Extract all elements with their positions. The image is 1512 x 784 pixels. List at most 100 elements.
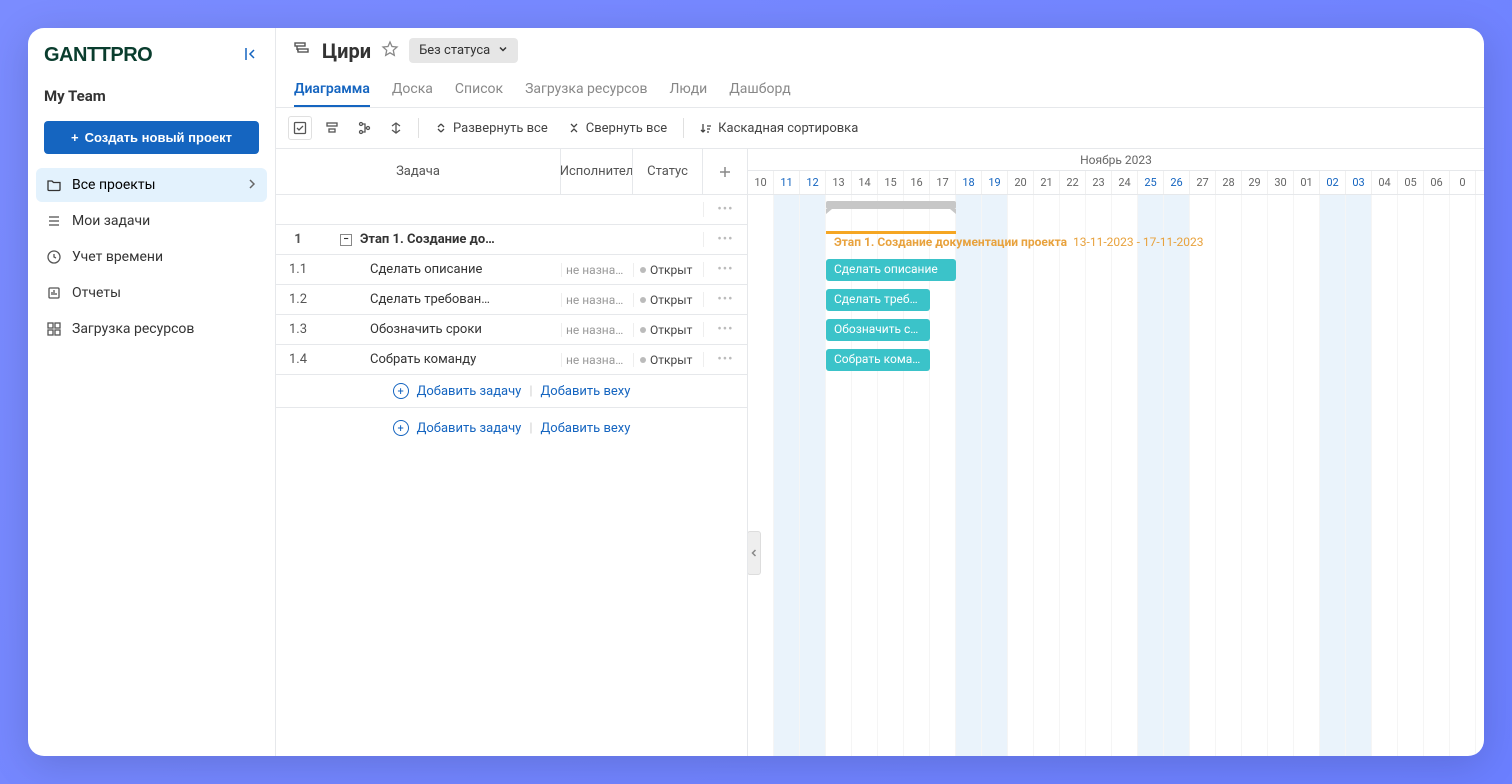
grid-header: Задача Исполнител Статус xyxy=(276,149,747,195)
task-row[interactable]: 1.3 Обозначить сроки не назнач... Открыт… xyxy=(276,315,747,345)
nav-reports[interactable]: Отчеты xyxy=(36,276,267,310)
task-bar[interactable]: Сделать требов… xyxy=(826,289,930,311)
select-all-button[interactable] xyxy=(288,116,312,140)
task-row[interactable]: 1.4 Собрать команду не назнач... Открыт … xyxy=(276,345,747,375)
status-text: Открыт xyxy=(650,263,692,277)
tab-diagram[interactable]: Диаграмма xyxy=(294,73,370,107)
row-more-button[interactable]: ••• xyxy=(703,202,747,217)
nav-time-tracking[interactable]: Учет времени xyxy=(36,240,267,274)
timeline-column xyxy=(1190,195,1216,756)
timeline-day: 11 xyxy=(774,171,800,194)
task-status[interactable]: Открыт xyxy=(633,293,703,307)
nav-workload[interactable]: Загрузка ресурсов xyxy=(36,312,267,346)
app-frame: GANTTPRO My Team + Создать новый проект … xyxy=(28,28,1484,756)
tab-workload[interactable]: Загрузка ресурсов xyxy=(525,73,647,107)
task-row[interactable]: 1.1 Сделать описание не назнач... Открыт… xyxy=(276,255,747,285)
tab-dashboard[interactable]: Дашборд xyxy=(729,73,790,107)
main: Цири Без статуса Диаграмма Доска Список … xyxy=(276,28,1484,756)
timeline-day: 26 xyxy=(1164,171,1190,194)
expand-all-label: Развернуть все xyxy=(453,121,548,136)
task-bar[interactable]: Сделать описание xyxy=(826,259,956,281)
check-square-icon xyxy=(293,121,307,135)
col-task: Задача xyxy=(276,149,561,194)
status-dot-icon xyxy=(640,357,646,363)
timeline-day: 12 xyxy=(800,171,826,194)
collapse-toggle[interactable]: − xyxy=(340,234,352,246)
status-text: Открыт xyxy=(650,293,692,307)
nav-all-projects-label: Все проекты xyxy=(72,177,155,193)
chevron-right-icon xyxy=(247,177,257,193)
row-more-button[interactable]: ••• xyxy=(703,322,747,337)
add-column-button[interactable] xyxy=(703,149,747,194)
phase-progress-bar xyxy=(826,231,956,234)
timeline-day: 02 xyxy=(1320,171,1346,194)
create-project-button[interactable]: + Создать новый проект xyxy=(44,121,259,154)
phase-row[interactable]: 1 − Этап 1. Создание до… ••• xyxy=(276,225,747,255)
tab-list[interactable]: Список xyxy=(455,73,503,107)
row-more-button[interactable]: ••• xyxy=(703,352,747,367)
collapse-all-button[interactable]: Свернуть все xyxy=(562,117,673,140)
timeline-column xyxy=(1242,195,1268,756)
favorite-button[interactable] xyxy=(381,40,399,62)
task-row[interactable]: 1.2 Сделать требован… не назнач... Откры… xyxy=(276,285,747,315)
task-status[interactable]: Открыт xyxy=(633,353,703,367)
sidebar-collapse-button[interactable] xyxy=(243,46,259,66)
sidebar-header: GANTTPRO xyxy=(36,40,267,79)
task-bar[interactable]: Собрать команду xyxy=(826,349,930,371)
hierarchy-button[interactable] xyxy=(352,116,376,140)
status-text: Открыт xyxy=(650,353,692,367)
task-assignee[interactable]: не назнач... xyxy=(561,353,633,367)
star-icon xyxy=(381,40,399,58)
task-status[interactable]: Открыт xyxy=(633,263,703,277)
sort-icon xyxy=(700,122,712,134)
collapse-left-icon xyxy=(243,46,259,62)
nav-workload-label: Загрузка ресурсов xyxy=(72,321,194,337)
row-more-button[interactable]: ••• xyxy=(703,262,747,277)
task-title: Сделать описание xyxy=(320,262,561,277)
task-bar[interactable]: Обозначить сроки xyxy=(826,319,930,341)
timeline-day: 18 xyxy=(956,171,982,194)
add-milestone-button[interactable]: Добавить веху xyxy=(541,384,631,399)
timeline-body: Этап 1. Создание документации проекта13-… xyxy=(748,195,1484,756)
filter-button[interactable] xyxy=(320,116,344,140)
project-icon xyxy=(292,39,312,63)
task-status[interactable]: Открыт xyxy=(633,323,703,337)
timeline-day: 01 xyxy=(1294,171,1320,194)
row-more-button[interactable]: ••• xyxy=(703,292,747,307)
timeline-day: 30 xyxy=(1268,171,1294,194)
gantt-timeline[interactable]: Ноябрь 2023 1011121314151617181920212223… xyxy=(748,149,1484,756)
task-assignee[interactable]: не назнач... xyxy=(561,263,633,277)
row-more-button[interactable]: ••• xyxy=(703,232,747,247)
task-assignee[interactable]: не назнач... xyxy=(561,293,633,307)
tab-people[interactable]: Люди xyxy=(669,73,707,107)
col-status: Статус xyxy=(633,149,703,194)
nav-my-tasks[interactable]: Мои задачи xyxy=(36,204,267,238)
add-milestone-button[interactable]: Добавить веху xyxy=(541,421,631,436)
timeline-day: 0 xyxy=(1450,171,1476,194)
cascade-sort-button[interactable]: Каскадная сортировка xyxy=(694,117,864,140)
timeline-day: 22 xyxy=(1060,171,1086,194)
tab-board[interactable]: Доска xyxy=(392,73,433,107)
nav-all-projects[interactable]: Все проекты xyxy=(36,168,267,202)
timeline-column xyxy=(1008,195,1034,756)
task-assignee[interactable]: не назнач... xyxy=(561,323,633,337)
add-task-button[interactable]: Добавить задачу xyxy=(417,421,522,436)
project-header: Цири Без статуса xyxy=(276,28,1484,69)
timeline-day: 24 xyxy=(1112,171,1138,194)
timeline-column xyxy=(1060,195,1086,756)
timeline-column xyxy=(1086,195,1112,756)
add-task-button[interactable]: Добавить задачу xyxy=(417,384,522,399)
timeline-day: 14 xyxy=(852,171,878,194)
baseline-button[interactable] xyxy=(384,116,408,140)
collapse-icon xyxy=(568,122,580,134)
status-dropdown[interactable]: Без статуса xyxy=(409,38,518,63)
logo: GANTTPRO xyxy=(44,44,152,67)
task-title: Сделать требован… xyxy=(320,292,561,307)
timeline-day: 03 xyxy=(1346,171,1372,194)
expand-all-button[interactable]: Развернуть все xyxy=(429,117,554,140)
phase-bar[interactable] xyxy=(826,201,956,209)
phase-label: Этап 1. Создание документации проекта13-… xyxy=(834,235,1204,249)
timeline-column xyxy=(982,195,1008,756)
timeline-day: 17 xyxy=(930,171,956,194)
task-number: 1.2 xyxy=(276,292,320,307)
